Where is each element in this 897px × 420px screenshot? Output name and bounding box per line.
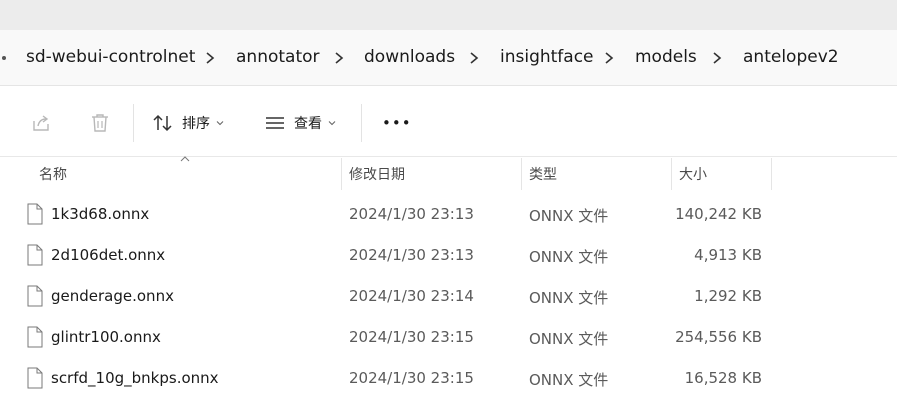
column-header-name[interactable]: 名称: [39, 164, 67, 184]
more-options-button[interactable]: •••: [382, 110, 412, 136]
column-header-type[interactable]: 类型: [529, 164, 557, 184]
column-divider[interactable]: [521, 158, 522, 190]
chevron-right-icon[interactable]: [710, 50, 724, 66]
sort-arrows-icon: [153, 114, 172, 132]
chevron-right-icon[interactable]: [203, 50, 217, 66]
column-header-row: [0, 157, 897, 190]
file-icon: [27, 203, 43, 225]
column-header-size[interactable]: 大小: [679, 164, 707, 184]
trash-icon[interactable]: [89, 112, 111, 134]
sort-label: 排序: [182, 116, 210, 132]
file-size: 140,242 KB: [675, 205, 762, 223]
file-row[interactable]: 1k3d68.onnx 2024/1/30 23:13 ONNX 文件 140,…: [0, 194, 897, 235]
column-header-date[interactable]: 修改日期: [349, 164, 405, 184]
file-type: ONNX 文件: [529, 207, 609, 225]
file-row[interactable]: glintr100.onnx 2024/1/30 23:15 ONNX 文件 2…: [0, 317, 897, 358]
file-row[interactable]: scrfd_10g_bnkps.onnx 2024/1/30 23:15 ONN…: [0, 358, 897, 399]
column-divider[interactable]: [341, 158, 342, 190]
view-button[interactable]: 查看: [264, 110, 336, 136]
file-size: 1,292 KB: [694, 287, 762, 305]
title-bar: [0, 0, 897, 30]
file-type: ONNX 文件: [529, 330, 609, 348]
file-type: ONNX 文件: [529, 248, 609, 266]
file-icon: [27, 326, 43, 348]
share-icon[interactable]: [30, 112, 52, 134]
file-size: 254,556 KB: [675, 328, 762, 346]
file-size: 4,913 KB: [694, 246, 762, 264]
sort-button[interactable]: 排序: [152, 110, 224, 136]
file-name: genderage.onnx: [51, 287, 174, 305]
file-name: scrfd_10g_bnkps.onnx: [51, 369, 219, 387]
file-date: 2024/1/30 23:13: [349, 205, 474, 223]
file-icon: [27, 285, 43, 307]
file-row[interactable]: genderage.onnx 2024/1/30 23:14 ONNX 文件 1…: [0, 276, 897, 317]
chevron-right-icon[interactable]: [467, 50, 481, 66]
breadcrumb-item-models[interactable]: models: [635, 47, 697, 67]
breadcrumb-item-insightface[interactable]: insightface: [500, 47, 594, 67]
chevron-right-icon[interactable]: [602, 50, 616, 66]
file-icon: [27, 367, 43, 389]
file-date: 2024/1/30 23:13: [349, 246, 474, 264]
column-divider[interactable]: [771, 158, 772, 190]
file-size: 16,528 KB: [684, 369, 762, 387]
chevron-right-icon[interactable]: [332, 50, 346, 66]
file-row[interactable]: 2d106det.onnx 2024/1/30 23:13 ONNX 文件 4,…: [0, 235, 897, 276]
file-date: 2024/1/30 23:14: [349, 287, 474, 305]
file-date: 2024/1/30 23:15: [349, 328, 474, 346]
breadcrumb-item-annotator[interactable]: annotator: [236, 47, 320, 67]
file-date: 2024/1/30 23:15: [349, 369, 474, 387]
toolbar-separator: [133, 104, 134, 142]
command-bar: [0, 87, 897, 157]
file-type: ONNX 文件: [529, 289, 609, 307]
view-label: 查看: [294, 116, 322, 132]
toolbar-separator: [361, 104, 362, 142]
file-icon: [27, 244, 43, 266]
chevron-down-icon: [216, 121, 224, 126]
breadcrumb-item-downloads[interactable]: downloads: [364, 47, 455, 67]
file-name: glintr100.onnx: [51, 328, 161, 346]
list-view-icon: [266, 117, 284, 129]
sort-ascending-icon: [180, 156, 190, 162]
breadcrumb-item-sd-webui-controlnet[interactable]: sd-webui-controlnet: [26, 47, 195, 67]
column-divider[interactable]: [671, 158, 672, 190]
file-type: ONNX 文件: [529, 371, 609, 389]
chevron-down-icon: [328, 121, 336, 126]
breadcrumb-overflow-dot: [2, 56, 6, 60]
file-name: 2d106det.onnx: [51, 246, 166, 264]
file-name: 1k3d68.onnx: [51, 205, 150, 223]
breadcrumb-item-antelopev2[interactable]: antelopev2: [743, 47, 839, 67]
